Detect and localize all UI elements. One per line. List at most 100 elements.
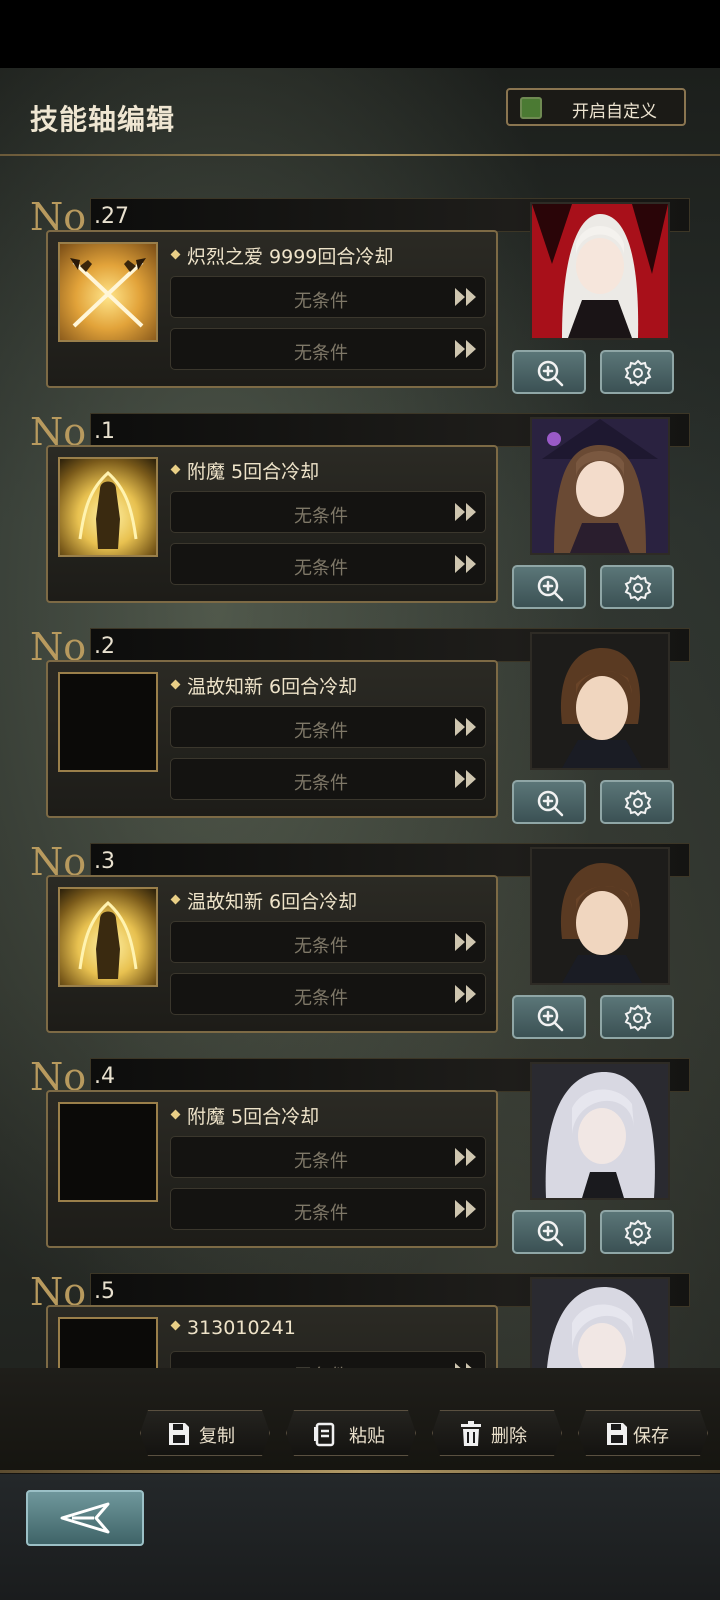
- skill-title-text: 313010241: [187, 1317, 296, 1339]
- crossed-swords-icon[interactable]: [58, 242, 158, 342]
- diamond-bullet-icon: [170, 679, 181, 690]
- zoom-in-button[interactable]: [512, 350, 586, 394]
- custom-mode-checkbox[interactable]: [520, 97, 542, 119]
- zoom-in-button[interactable]: [512, 995, 586, 1039]
- character-portrait[interactable]: [530, 417, 670, 555]
- skill-axis-editor-screen: 技能轴编辑 开启自定义 No .27 炽烈之爱 9999回合冷却 无条件 无条件…: [0, 68, 720, 1600]
- white-hair-red-portrait-icon: [532, 204, 668, 338]
- back-arrow-icon: [60, 1502, 110, 1534]
- condition-selector[interactable]: 无条件: [170, 1188, 486, 1230]
- condition-selector[interactable]: 无条件: [170, 706, 486, 748]
- condition-selector[interactable]: 无条件: [170, 276, 486, 318]
- condition-selector[interactable]: 无条件: [170, 921, 486, 963]
- condition-selector[interactable]: 无条件: [170, 328, 486, 370]
- copy-button-label: 复制: [199, 1426, 235, 1447]
- double-chevron-right-icon: [455, 1200, 476, 1218]
- entry-number: .2: [94, 634, 115, 659]
- skill-entry-list[interactable]: No .27 炽烈之爱 9999回合冷却 无条件 无条件 No .1 附魔 5回…: [0, 198, 720, 1428]
- paste-button[interactable]: 粘贴: [286, 1410, 416, 1456]
- zoom-in-icon: [537, 1005, 564, 1032]
- character-portrait[interactable]: [530, 1062, 670, 1200]
- settings-button[interactable]: [600, 1210, 674, 1254]
- condition-selector[interactable]: 无条件: [170, 973, 486, 1015]
- condition-text: 无条件: [294, 343, 348, 364]
- save-disk-icon: [169, 1423, 189, 1445]
- zoom-in-button[interactable]: [512, 1210, 586, 1254]
- double-chevron-right-icon: [455, 718, 476, 736]
- condition-selector[interactable]: 无条件: [170, 1136, 486, 1178]
- silver-hair-portrait-icon: [532, 1064, 668, 1198]
- character-portrait[interactable]: [530, 632, 670, 770]
- zoom-in-button[interactable]: [512, 780, 586, 824]
- settings-button[interactable]: [600, 565, 674, 609]
- skill-title-text: 温故知新 6回合冷却: [187, 676, 358, 698]
- double-chevron-right-icon: [455, 340, 476, 358]
- custom-mode-toggle[interactable]: 开启自定义: [506, 88, 686, 126]
- condition-text: 无条件: [294, 558, 348, 579]
- paste-button-label: 粘贴: [349, 1426, 385, 1447]
- bottom-divider: [0, 1470, 720, 1473]
- condition-text: 无条件: [294, 936, 348, 957]
- skill-card: 温故知新 6回合冷却 无条件 无条件: [46, 875, 498, 1033]
- copy-button[interactable]: 复制: [140, 1410, 270, 1456]
- brown-hair-witch-portrait-icon: [532, 419, 668, 553]
- entry-number: .3: [94, 849, 115, 874]
- double-chevron-right-icon: [455, 288, 476, 306]
- condition-selector[interactable]: 无条件: [170, 543, 486, 585]
- golden-aura-icon[interactable]: [58, 887, 158, 987]
- golden-aura-icon[interactable]: [58, 457, 158, 557]
- page-title: 技能轴编辑: [30, 103, 176, 136]
- skill-title-text: 附魔 5回合冷却: [187, 461, 320, 483]
- back-button[interactable]: [26, 1490, 144, 1546]
- diamond-bullet-icon: [170, 464, 181, 475]
- double-chevron-right-icon: [455, 933, 476, 951]
- save-button-label: 保存: [633, 1426, 669, 1447]
- skill-title: 温故知新 6回合冷却: [170, 887, 358, 914]
- zoom-in-icon: [537, 575, 564, 602]
- diamond-bullet-icon: [170, 249, 181, 260]
- condition-text: 无条件: [294, 1151, 348, 1172]
- diamond-bullet-icon: [170, 894, 181, 905]
- skill-entry: No .4 附魔 5回合冷却 无条件 无条件: [30, 1058, 690, 1263]
- brown-hair-man-portrait-icon: [532, 849, 668, 983]
- skill-card: 附魔 5回合冷却 无条件 无条件: [46, 445, 498, 603]
- zoom-in-icon: [537, 790, 564, 817]
- zoom-in-icon: [537, 360, 564, 387]
- double-chevron-right-icon: [455, 503, 476, 521]
- header: 技能轴编辑 开启自定义: [0, 68, 720, 158]
- save-button[interactable]: 保存: [578, 1410, 708, 1456]
- skill-entry: No .1 附魔 5回合冷却 无条件 无条件: [30, 413, 690, 618]
- entry-number: .4: [94, 1064, 115, 1089]
- skill-title-text: 附魔 5回合冷却: [187, 1106, 320, 1128]
- condition-text: 无条件: [294, 773, 348, 794]
- gear-icon: [624, 789, 652, 817]
- skill-title-text: 温故知新 6回合冷却: [187, 891, 358, 913]
- delete-button-label: 删除: [491, 1426, 527, 1447]
- condition-selector[interactable]: 无条件: [170, 491, 486, 533]
- settings-button[interactable]: [600, 995, 674, 1039]
- character-portrait[interactable]: [530, 847, 670, 985]
- skill-title-text: 炽烈之爱 9999回合冷却: [187, 246, 394, 268]
- status-bar: [0, 0, 720, 68]
- empty-skill-icon[interactable]: [58, 672, 158, 772]
- custom-mode-label: 开启自定义: [572, 102, 657, 122]
- double-chevron-right-icon: [455, 985, 476, 1003]
- empty-skill-icon[interactable]: [58, 1102, 158, 1202]
- zoom-in-icon: [537, 1220, 564, 1247]
- header-divider: [0, 154, 720, 156]
- zoom-in-button[interactable]: [512, 565, 586, 609]
- settings-button[interactable]: [600, 350, 674, 394]
- double-chevron-right-icon: [455, 770, 476, 788]
- settings-button[interactable]: [600, 780, 674, 824]
- character-portrait[interactable]: [530, 202, 670, 340]
- save-disk-icon: [607, 1423, 627, 1445]
- condition-selector[interactable]: 无条件: [170, 758, 486, 800]
- entry-number: .1: [94, 419, 115, 444]
- condition-text: 无条件: [294, 988, 348, 1009]
- double-chevron-right-icon: [455, 555, 476, 573]
- gear-icon: [624, 359, 652, 387]
- delete-button[interactable]: 删除: [432, 1410, 562, 1456]
- condition-text: 无条件: [294, 291, 348, 312]
- gear-icon: [624, 1004, 652, 1032]
- diamond-bullet-icon: [170, 1320, 181, 1331]
